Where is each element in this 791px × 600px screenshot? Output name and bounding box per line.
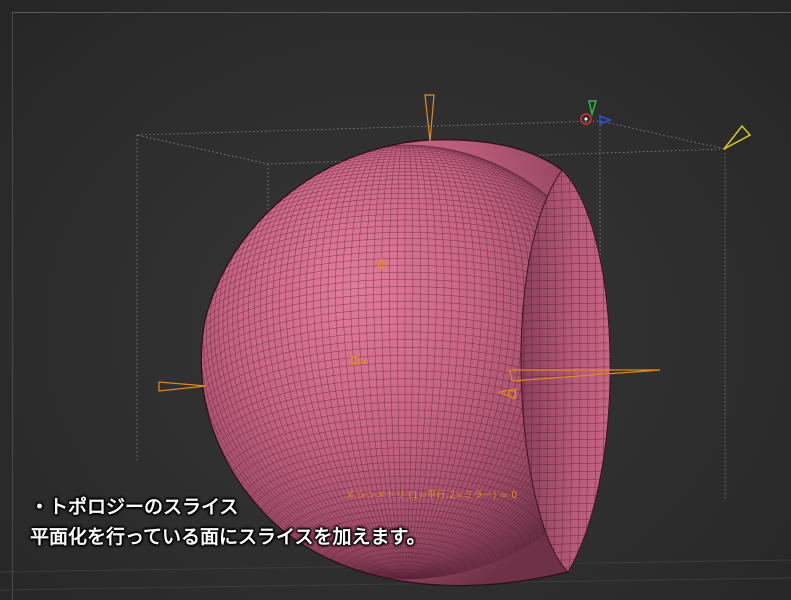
3d-viewport[interactable]: X シンメトリ (1=平行,2=ミラー) = 0 ・トポロジーのスライス 平面化…: [0, 0, 791, 600]
cut-wire-line: [625, 160, 628, 590]
light-cone-icon[interactable]: [723, 124, 752, 150]
top-gizmo-cone-icon[interactable]: [424, 94, 435, 142]
symmetry-indicator: X シンメトリ (1=平行,2=ミラー) = 0: [347, 490, 518, 501]
left-gizmo-cone-icon[interactable]: [158, 381, 207, 392]
caption-title: ・トポロジーのスライス: [30, 496, 239, 518]
orientation-gizmo-icon[interactable]: [580, 100, 613, 126]
cut-wire-line: [617, 160, 620, 590]
cut-wire-line: [633, 160, 636, 590]
caption-description: 平面化を行っている面にスライスを加えます。: [30, 526, 426, 548]
